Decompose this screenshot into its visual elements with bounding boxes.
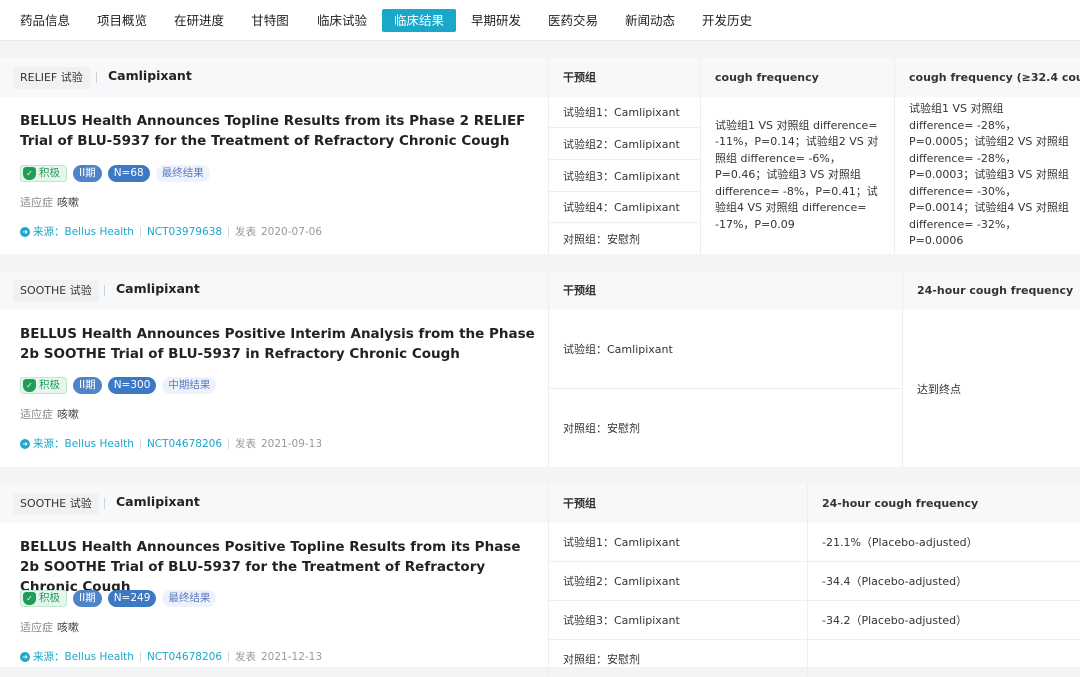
- divider: [104, 285, 105, 296]
- group-cell: 试验组4：Camlipixant: [548, 191, 700, 222]
- tab-pharma-deals[interactable]: 医药交易: [538, 9, 608, 32]
- group-cell: 试验组3：Camlipixant: [548, 600, 807, 639]
- top-nav: 药品信息 项目概览 在研进度 甘特图 临床试验 临床结果 早期研发 医药交易 新…: [0, 0, 1080, 41]
- source-icon: ➜: [20, 651, 30, 662]
- group-column-header: 干预组: [548, 58, 700, 97]
- result-cell: 试验组1 VS 对照组 difference= -11%，P=0.14；试验组2…: [700, 97, 894, 254]
- source-icon: ➜: [20, 438, 30, 449]
- endpoint-header: cough frequency (≥32.4 cough/hr): [894, 58, 1080, 97]
- source-link[interactable]: Bellus Health: [65, 438, 134, 450]
- endpoint-header: 24-hour cough frequency: [807, 484, 1080, 523]
- tab-clinical-trials[interactable]: 临床试验: [307, 9, 377, 32]
- indication: 适应症 咳嗽: [20, 408, 79, 421]
- result-summary: RELIEF 试验 Camlipixant BELLUS Health Anno…: [0, 58, 548, 254]
- group-cell: 试验组1：Camlipixant: [548, 523, 807, 561]
- source-link[interactable]: Bellus Health: [65, 226, 134, 238]
- group-cell: 对照组：安慰剂: [548, 639, 807, 677]
- source-link[interactable]: Bellus Health: [65, 651, 134, 663]
- result-card: RELIEF 试验 Camlipixant BELLUS Health Anno…: [0, 58, 1080, 254]
- phase-badge: II期: [73, 164, 102, 182]
- result-title[interactable]: BELLUS Health Announces Topline Results …: [20, 111, 540, 151]
- shield-check-icon: ✓: [23, 591, 36, 605]
- result-title[interactable]: BELLUS Health Announces Positive Topline…: [20, 537, 540, 597]
- sample-size-badge: N=300: [107, 376, 157, 394]
- group-column-header: 干预组: [548, 271, 902, 310]
- drug-name[interactable]: Camlipixant: [108, 68, 192, 83]
- endpoint-header: cough frequency: [700, 58, 894, 97]
- tab-drug-info[interactable]: 药品信息: [10, 9, 80, 32]
- tab-project-overview[interactable]: 项目概览: [87, 9, 157, 32]
- publish-date: 2021-12-13: [261, 650, 323, 663]
- nct-link[interactable]: NCT03979638: [147, 226, 222, 238]
- result-stage-badge: 中期结果: [162, 376, 217, 394]
- result-cell: -21.1%（Placebo-adjusted）: [807, 523, 1080, 561]
- result-cell: 达到终点: [902, 310, 1080, 467]
- source-icon: ➜: [20, 226, 30, 237]
- result-cell: 试验组1 VS 对照组 difference= -28%，P=0.0005；试验…: [894, 97, 1080, 254]
- result-title[interactable]: BELLUS Health Announces Positive Interim…: [20, 324, 540, 364]
- trial-tag: RELIEF 试验: [13, 67, 90, 89]
- endpoint-header: 24-hour cough frequency: [902, 271, 1080, 310]
- group-cell: 试验组2：Camlipixant: [548, 561, 807, 600]
- indication: 适应症 咳嗽: [20, 621, 79, 634]
- trial-tag: SOOTHE 试验: [13, 493, 99, 515]
- tab-clinical-results[interactable]: 临床结果: [382, 9, 456, 32]
- positive-badge: ✓ 积极: [20, 376, 67, 394]
- group-column-header: 干预组: [548, 484, 807, 523]
- result-card: SOOTHE 试验 Camlipixant BELLUS Health Anno…: [0, 271, 1080, 467]
- result-cell: [807, 639, 1080, 677]
- result-cell: -34.2（Placebo-adjusted）: [807, 600, 1080, 639]
- tab-dev-history[interactable]: 开发历史: [692, 9, 762, 32]
- group-cell: 试验组1：Camlipixant: [548, 97, 700, 127]
- badge-row: ✓ 积极 II期 N=68 最终结果: [20, 164, 210, 182]
- divider: [104, 498, 105, 509]
- result-summary: SOOTHE 试验 Camlipixant BELLUS Health Anno…: [0, 271, 548, 467]
- phase-badge: II期: [73, 376, 102, 394]
- group-cell: 试验组：Camlipixant: [548, 310, 902, 388]
- positive-badge: ✓ 积极: [20, 164, 67, 182]
- group-cell: 试验组3：Camlipixant: [548, 159, 700, 191]
- divider: [96, 72, 97, 83]
- result-stage-badge: 最终结果: [162, 589, 217, 607]
- result-cell: -34.4（Placebo-adjusted）: [807, 561, 1080, 600]
- phase-badge: II期: [73, 589, 102, 607]
- group-cell: 对照组：安慰剂: [548, 222, 700, 254]
- source-line: ➜ 来源： Bellus Health NCT04678206 发表 2021-…: [20, 649, 322, 664]
- tab-rd-progress[interactable]: 在研进度: [164, 9, 234, 32]
- indication: 适应症 咳嗽: [20, 196, 79, 209]
- shield-check-icon: ✓: [23, 166, 36, 180]
- publish-date: 2021-09-13: [261, 437, 323, 450]
- group-cell: 试验组2：Camlipixant: [548, 127, 700, 159]
- badge-row: ✓ 积极 II期 N=300 中期结果: [20, 376, 217, 394]
- sample-size-badge: N=68: [107, 164, 150, 182]
- source-line: ➜ 来源： Bellus Health NCT03979638 发表 2020-…: [20, 224, 322, 239]
- shield-check-icon: ✓: [23, 378, 36, 392]
- tab-early-rd[interactable]: 早期研发: [461, 9, 531, 32]
- tab-news[interactable]: 新闻动态: [615, 9, 685, 32]
- trial-tag: SOOTHE 试验: [13, 280, 99, 302]
- publish-date: 2020-07-06: [261, 225, 323, 238]
- result-stage-badge: 最终结果: [155, 164, 210, 182]
- nct-link[interactable]: NCT04678206: [147, 438, 222, 450]
- sample-size-badge: N=249: [107, 589, 157, 607]
- drug-name[interactable]: Camlipixant: [116, 281, 200, 296]
- group-cell: 对照组：安慰剂: [548, 388, 902, 467]
- result-card: SOOTHE 试验 Camlipixant BELLUS Health Anno…: [0, 484, 1080, 677]
- drug-name[interactable]: Camlipixant: [116, 494, 200, 509]
- positive-badge: ✓ 积极: [20, 589, 67, 607]
- nct-link[interactable]: NCT04678206: [147, 651, 222, 663]
- result-summary: SOOTHE 试验 Camlipixant BELLUS Health Anno…: [0, 484, 548, 667]
- tab-gantt[interactable]: 甘特图: [240, 9, 300, 32]
- source-line: ➜ 来源： Bellus Health NCT04678206 发表 2021-…: [20, 436, 322, 451]
- badge-row: ✓ 积极 II期 N=249 最终结果: [20, 589, 217, 607]
